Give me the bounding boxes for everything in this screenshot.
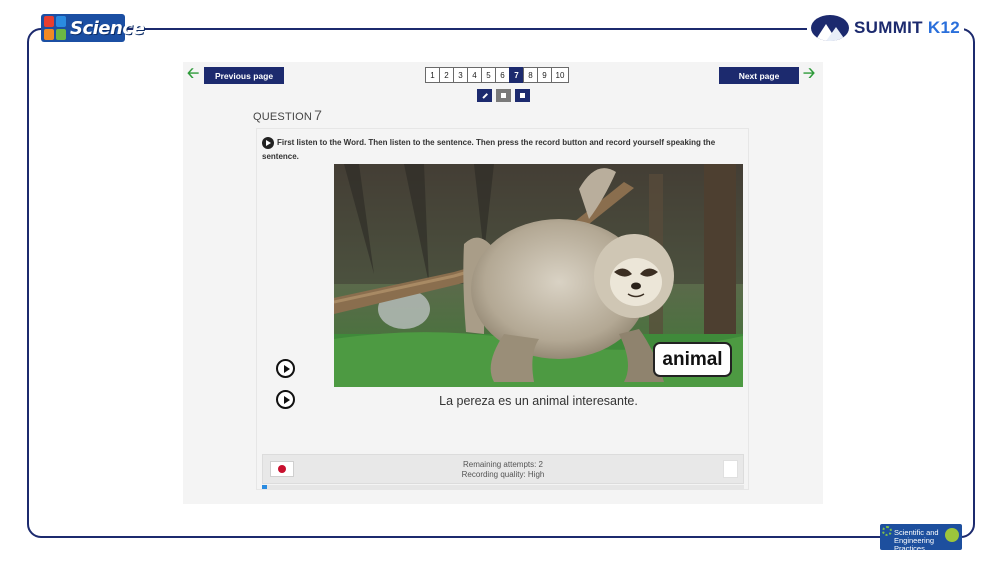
page-number-9[interactable]: 9 <box>537 67 552 83</box>
page-number-8[interactable]: 8 <box>523 67 538 83</box>
gear-icon <box>882 526 892 536</box>
pencil-icon[interactable] <box>477 89 492 102</box>
recording-progress-fill <box>262 485 267 489</box>
question-number: 7 <box>314 107 323 123</box>
page-pagination: 1 2 3 4 5 6 7 8 9 10 <box>425 67 569 83</box>
question-label: QUESTION <box>253 111 313 123</box>
science-logo-text: Science <box>70 17 145 39</box>
page-number-1[interactable]: 1 <box>425 67 440 83</box>
lesson-content: 🡠 Previous page 1 2 3 4 5 6 7 8 9 10 Next page 🡢 … <box>183 62 823 504</box>
page-number-2[interactable]: 2 <box>439 67 454 83</box>
previous-page-button[interactable]: Previous page <box>204 67 284 84</box>
play-instruction-icon[interactable] <box>262 136 274 149</box>
page-number-10[interactable]: 10 <box>551 67 569 83</box>
page-number-3[interactable]: 3 <box>453 67 468 83</box>
summit-k12-logo: SUMMIT K12 <box>807 14 964 42</box>
science-logo: Science <box>41 14 145 42</box>
summit-logo-suffix: K12 <box>927 18 960 37</box>
word-label: animal <box>653 342 732 377</box>
recording-info: Remaining attempts: 2 Recording quality:… <box>263 460 743 480</box>
page-number-5[interactable]: 5 <box>481 67 496 83</box>
recording-playback-slot[interactable] <box>723 460 738 478</box>
science-tiles-icon <box>44 16 66 40</box>
globe-icon <box>945 528 959 542</box>
instruction-label: First listen to the Word. Then listen to… <box>262 138 716 161</box>
remaining-attempts: Remaining attempts: 2 <box>462 460 544 469</box>
page-number-4[interactable]: 4 <box>467 67 482 83</box>
play-word-button[interactable] <box>276 359 295 378</box>
mountain-icon <box>811 15 850 41</box>
next-page-button[interactable]: Next page <box>719 67 799 84</box>
summit-logo-text: SUMMIT <box>854 18 923 37</box>
toolbar <box>477 89 530 102</box>
recording-quality: Recording quality: High <box>461 470 545 479</box>
sentence-text: La pereza es un animal interesante. <box>439 394 638 408</box>
stop-icon[interactable] <box>496 89 511 102</box>
scientific-engineering-practices-badge: Scientific and Engineering Practices <box>880 524 962 550</box>
page-number-7[interactable]: 7 <box>509 67 524 83</box>
badge-text: Scientific and Engineering Practices <box>894 528 939 551</box>
sloth-photo: animal <box>334 164 743 387</box>
play-sentence-button[interactable] <box>276 390 295 409</box>
page-number-6[interactable]: 6 <box>495 67 510 83</box>
recording-progress-bar <box>262 485 744 489</box>
question-title: QUESTION 7 <box>253 107 322 123</box>
instruction-text: First listen to the Word. Then listen to… <box>262 136 732 164</box>
previous-arrow-icon[interactable]: 🡠 <box>187 66 201 81</box>
next-arrow-icon[interactable]: 🡢 <box>803 66 817 81</box>
question-card: First listen to the Word. Then listen to… <box>256 128 749 490</box>
audio-recorder: Remaining attempts: 2 Recording quality:… <box>262 454 744 484</box>
stop-icon[interactable] <box>515 89 530 102</box>
